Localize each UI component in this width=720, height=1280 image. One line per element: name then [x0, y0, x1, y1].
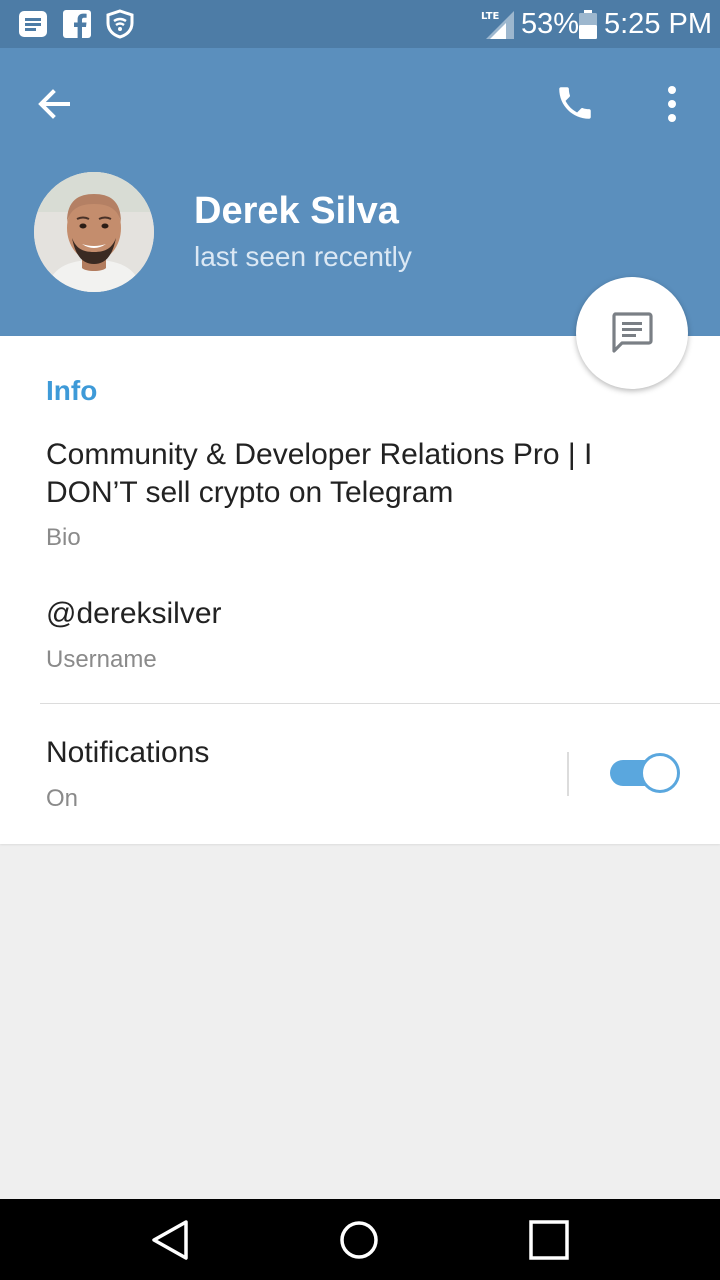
- status-bar: LTE 53% 5:25 PM: [0, 0, 720, 48]
- notifications-title[interactable]: Notifications: [46, 734, 209, 772]
- message-icon: [612, 312, 653, 353]
- last-seen-status: last seen recently: [194, 241, 412, 272]
- notifications-toggle[interactable]: [610, 753, 680, 793]
- send-message-button[interactable]: [576, 277, 688, 389]
- call-button[interactable]: [554, 82, 596, 129]
- username-label: Username: [46, 646, 157, 673]
- nav-home-button[interactable]: [336, 1217, 382, 1263]
- battery-icon: [578, 10, 598, 45]
- phone-icon: [559, 87, 591, 119]
- notifications-status: On: [46, 785, 79, 812]
- divider: [40, 703, 720, 704]
- toggle-knob: [640, 753, 680, 793]
- home-circle-icon: [340, 1221, 378, 1259]
- profile-name: Derek Silva: [194, 190, 399, 232]
- info-section-title: Info: [46, 375, 98, 406]
- clock: 5:25 PM: [604, 8, 712, 40]
- bio-label: Bio: [46, 524, 81, 551]
- vpn-shield-icon: [106, 9, 134, 44]
- more-options-button[interactable]: [660, 84, 684, 129]
- system-nav-bar: [0, 1199, 720, 1280]
- battery-percent: 53%: [521, 8, 580, 40]
- avatar[interactable]: [34, 172, 154, 292]
- svg-text:LTE: LTE: [481, 11, 500, 22]
- lte-signal-icon: LTE: [480, 8, 516, 45]
- nav-back-button[interactable]: [148, 1217, 194, 1263]
- back-triangle-icon: [152, 1220, 188, 1260]
- avatar-photo: [34, 172, 154, 292]
- facebook-icon: [62, 9, 92, 44]
- arrow-left-icon: [38, 89, 70, 119]
- vertical-divider: [567, 752, 569, 796]
- bio-text[interactable]: Community & Developer Relations Pro | I …: [46, 436, 666, 512]
- nav-recents-button[interactable]: [526, 1217, 572, 1263]
- more-vertical-icon: [668, 86, 676, 122]
- notes-icon: [18, 9, 48, 44]
- username-text[interactable]: @dereksilver: [46, 595, 222, 633]
- back-button[interactable]: [34, 84, 74, 129]
- recents-square-icon: [529, 1220, 569, 1260]
